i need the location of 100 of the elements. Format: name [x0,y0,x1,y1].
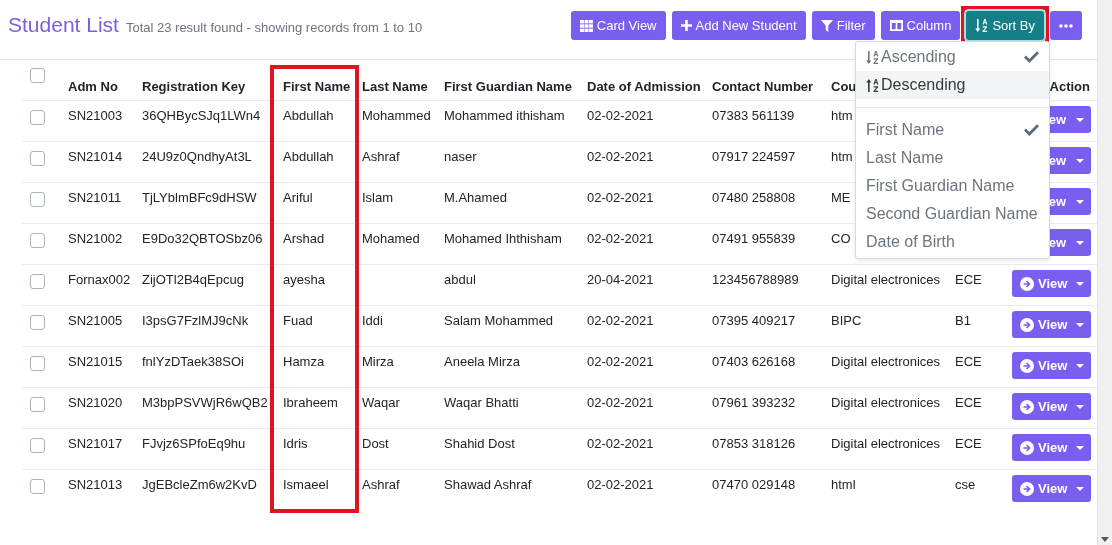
table-cell: abdul [436,264,579,306]
card-view-button[interactable]: Card View [570,11,666,40]
view-button[interactable]: View [1012,393,1068,420]
add-student-button[interactable]: Add New Student [671,11,806,40]
dropdown-toggle[interactable] [1068,147,1091,174]
row-checkbox[interactable] [30,233,45,248]
sort-button[interactable]: Sort By [966,11,1044,40]
more-button[interactable] [1050,11,1082,40]
select-all-checkbox[interactable] [30,68,45,83]
row-checkbox[interactable] [30,192,45,207]
scrollbar[interactable] [1097,0,1112,545]
column-header[interactable]: Contact Number [704,60,823,101]
table-cell: 07480 258808 [704,182,823,224]
table-cell: Digital electronices [823,264,947,306]
table-cell: SN21005 [60,305,134,347]
table-cell: Ariful [275,182,354,224]
table-cell: 36QHBycSJq1LWn4 [134,100,275,142]
view-button[interactable]: View [1012,434,1068,461]
table-cell: I3psG7FzlMJ9cNk [134,305,275,347]
table-cell: Ismaeel [275,469,354,511]
table-cell: B1 [947,305,1004,347]
dropdown-toggle[interactable] [1068,106,1091,133]
table-cell: Arshad [275,223,354,265]
table-cell: Shawad Ashraf [436,469,579,511]
table-cell: Salam Mohammed [436,305,579,347]
table-cell: 20-04-2021 [579,264,704,306]
view-button[interactable]: View [1012,311,1068,338]
table-cell: Abdullah [275,100,354,142]
view-button[interactable]: View [1012,352,1068,379]
table-cell: Digital electronices [823,387,947,429]
table-cell: cse [947,469,1004,511]
view-button[interactable]: View [1012,270,1068,297]
table-cell: 07470 029148 [704,469,823,511]
table-cell: SN21002 [60,223,134,265]
table-cell: Ibraheem [275,387,354,429]
table-cell: ayesha [275,264,354,306]
table-cell: 02-02-2021 [579,346,704,388]
column-header[interactable]: First Name [275,60,354,101]
table-cell: SN21013 [60,469,134,511]
table-cell: Shahid Dost [436,428,579,470]
dropdown-toggle[interactable] [1068,188,1091,215]
table-cell: ZijOTl2B4qEpcug [134,264,275,306]
table-cell: Waqar [354,387,436,429]
row-checkbox[interactable] [30,274,45,289]
table-cell: Ashraf [354,141,436,183]
dropdown-toggle[interactable] [1068,352,1091,379]
menu-item[interactable]: Descending [856,71,1049,99]
table-cell: Fornax002 [60,264,134,306]
menu-item[interactable]: Ascending [856,43,1049,71]
checkmark-icon [1024,124,1039,136]
column-header[interactable]: Last Name [354,60,436,101]
table-cell: Ashraf [354,469,436,511]
dropdown-toggle[interactable] [1068,229,1091,256]
table-cell: 02-02-2021 [579,141,704,183]
column-header[interactable]: Date of Admission [579,60,704,101]
table-cell: ECE [947,387,1004,429]
table-cell: Aneela Mirza [436,346,579,388]
table-cell: Islam [354,182,436,224]
table-cell: 02-02-2021 [579,223,704,265]
table-cell: Waqar Bhatti [436,387,579,429]
row-checkbox[interactable] [30,397,45,412]
caret-icon [1075,363,1084,368]
dropdown-toggle[interactable] [1068,270,1091,297]
row-checkbox[interactable] [30,356,45,371]
filter-icon [820,19,833,32]
table-cell: 07403 626168 [704,346,823,388]
table-cell: FJvjz6SPfoEq9hu [134,428,275,470]
column-button[interactable]: Column [880,11,961,40]
table-cell: Mohamed Ihthisham [436,223,579,265]
arrow-circle-icon [1020,399,1034,414]
arrow-circle-icon [1020,317,1034,332]
sort-icon [975,19,989,32]
dropdown-toggle[interactable] [1068,311,1091,338]
column-header[interactable]: Registration Key [134,60,275,101]
table-cell: 02-02-2021 [579,469,704,511]
arrow-circle-icon [1020,358,1034,373]
row-checkbox[interactable] [30,315,45,330]
table-cell: Mohammed [354,100,436,142]
table-cell: ECE [947,428,1004,470]
table-cell: naser [436,141,579,183]
table-cell: Idris [275,428,354,470]
column-header[interactable]: First Guardian Name [436,60,579,101]
dropdown-toggle[interactable] [1068,434,1091,461]
row-checkbox[interactable] [30,110,45,125]
caret-icon [1075,281,1084,286]
table-cell: SN21011 [60,182,134,224]
row-checkbox[interactable] [30,151,45,166]
column-header[interactable]: Adm No [60,60,134,101]
page-title: Student List [8,13,119,37]
view-button[interactable]: View [1012,475,1068,502]
row-checkbox[interactable] [30,479,45,494]
dropdown-toggle[interactable] [1068,475,1091,502]
table-cell: Digital electronices [823,428,947,470]
filter-button[interactable]: Filter [811,11,875,40]
table-cell: Hamza [275,346,354,388]
row-checkbox[interactable] [30,438,45,453]
arrow-circle-icon [1020,440,1034,455]
caret-icon [1075,117,1084,122]
dropdown-toggle[interactable] [1068,393,1091,420]
table-cell: E9Do32QBTOSbz06 [134,223,275,265]
